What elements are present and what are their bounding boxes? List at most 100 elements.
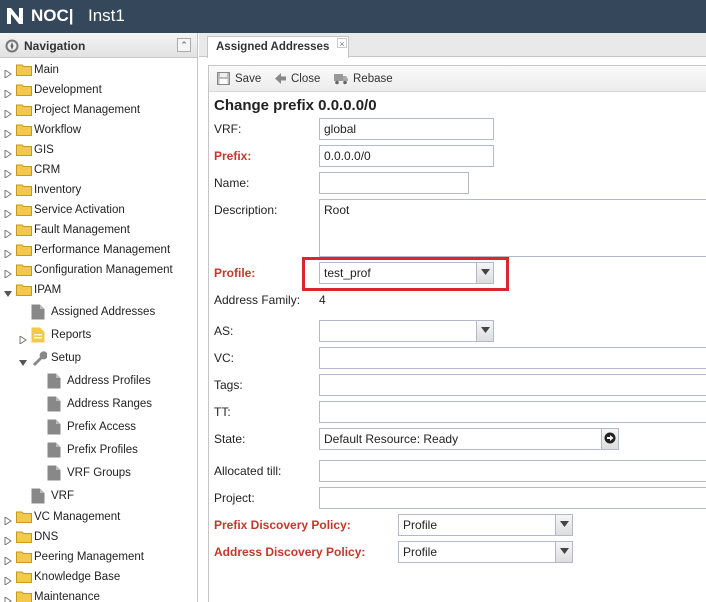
sidebar-item-ipam[interactable]: IPAM (4, 281, 194, 299)
allocated-till-label: Allocated till: (214, 464, 282, 478)
collapse-icon[interactable]: ⌃ (177, 38, 191, 52)
description-field[interactable]: Root (319, 199, 706, 257)
chevron-down-icon (560, 548, 569, 554)
save-label: Save (235, 73, 262, 85)
sidebar-item-label: Prefix Access (67, 421, 137, 433)
as-label: AS: (214, 324, 234, 338)
project-field[interactable] (319, 487, 706, 509)
sidebar-item-label: Inventory (34, 184, 82, 196)
sidebar-item-setup[interactable]: Setup (19, 348, 194, 368)
expand-right-icon[interactable] (4, 573, 12, 586)
sidebar-item-workflow[interactable]: Workflow (4, 121, 194, 139)
sidebar-item-vc-management[interactable]: VC Management (4, 508, 194, 526)
vc-field[interactable] (319, 347, 706, 369)
save-button[interactable]: Save (217, 70, 269, 88)
sidebar-item-inventory[interactable]: Inventory (4, 181, 194, 199)
address-discovery-policy-value: Profile (403, 545, 438, 559)
sidebar-item-assigned-addresses[interactable]: Assigned Addresses (31, 302, 194, 322)
sidebar-item-project-management[interactable]: Project Management (4, 101, 194, 119)
as-select[interactable] (319, 320, 494, 342)
prefix-discovery-policy-dropdown-button[interactable] (555, 515, 572, 535)
sidebar-item-configuration-management[interactable]: Configuration Management (4, 261, 194, 279)
folder-icon (16, 510, 32, 523)
expand-right-icon[interactable] (4, 66, 12, 79)
folder-icon (16, 590, 32, 602)
expand-right-icon[interactable] (19, 331, 27, 351)
expand-right-icon[interactable] (4, 126, 12, 139)
tt-field[interactable] (319, 401, 706, 423)
sidebar-item-label: GIS (34, 144, 54, 156)
expand-down-icon[interactable] (19, 354, 27, 374)
save-icon (217, 72, 230, 85)
sidebar-item-reports[interactable]: Reports (19, 325, 194, 345)
tab-assigned-addresses[interactable]: Assigned Addresses × (207, 36, 349, 58)
sidebar-item-main[interactable]: Main (4, 61, 194, 79)
expand-down-icon[interactable] (4, 286, 12, 297)
expand-right-icon[interactable] (4, 266, 12, 279)
sidebar-item-prefix-access[interactable]: Prefix Access (47, 417, 194, 437)
document-icon (47, 442, 61, 458)
arrow-left-icon (275, 73, 286, 84)
sidebar-item-label: Assigned Addresses (51, 306, 156, 318)
sidebar-item-vrf-groups[interactable]: VRF Groups (47, 463, 194, 483)
allocated-till-field[interactable] (319, 460, 706, 482)
sidebar-item-vrf[interactable]: VRF (31, 486, 194, 506)
rebase-button[interactable]: Rebase (334, 70, 396, 88)
expand-right-icon[interactable] (4, 553, 12, 566)
tags-label: Tags: (214, 378, 243, 392)
sidebar-item-gis[interactable]: GIS (4, 141, 194, 159)
close-button[interactable]: Close (274, 70, 329, 88)
noc-logo-icon (7, 8, 23, 24)
sidebar-item-maintenance[interactable]: Maintenance (4, 588, 194, 602)
expand-right-icon[interactable] (4, 226, 12, 239)
expand-right-icon[interactable] (4, 513, 12, 526)
address-discovery-policy-select[interactable]: Profile (398, 541, 573, 563)
expand-right-icon[interactable] (4, 186, 12, 199)
state-trigger-button[interactable] (601, 429, 618, 449)
folder-icon (16, 163, 32, 176)
sidebar-item-label: VC Management (34, 511, 121, 523)
prefix-field[interactable]: 0.0.0.0/0 (319, 145, 494, 167)
sidebar-item-peering-management[interactable]: Peering Management (4, 548, 194, 566)
prefix-discovery-policy-value: Profile (403, 518, 438, 532)
sidebar-item-development[interactable]: Development (4, 81, 194, 99)
expand-right-icon[interactable] (4, 86, 12, 99)
sidebar-item-performance-management[interactable]: Performance Management (4, 241, 194, 259)
expand-right-icon[interactable] (4, 593, 12, 602)
sidebar-item-service-activation[interactable]: Service Activation (4, 201, 194, 219)
sidebar-item-dns[interactable]: DNS (4, 528, 194, 546)
tab-close-icon[interactable]: × (337, 38, 347, 49)
address-family-value: 4 (319, 293, 326, 307)
vrf-field[interactable]: global (319, 118, 494, 140)
project-label: Project: (214, 491, 255, 505)
name-field[interactable] (319, 172, 469, 194)
prefix-discovery-policy-select[interactable]: Profile (398, 514, 573, 536)
report-icon (31, 327, 45, 343)
sidebar-item-address-profiles[interactable]: Address Profiles (47, 371, 194, 391)
folder-icon (16, 83, 32, 96)
state-field[interactable]: Default Resource: Ready (319, 428, 619, 450)
sidebar-item-address-ranges[interactable]: Address Ranges (47, 394, 194, 414)
address-discovery-policy-dropdown-button[interactable] (555, 542, 572, 562)
folder-icon (16, 123, 32, 136)
sidebar-item-label: DNS (34, 531, 59, 543)
document-icon (47, 373, 61, 389)
expand-right-icon[interactable] (4, 166, 12, 179)
address-family-label: Address Family: (214, 293, 301, 307)
sidebar-item-label: Project Management (34, 104, 141, 116)
document-icon (47, 465, 61, 481)
expand-right-icon[interactable] (4, 246, 12, 259)
sidebar-item-label: Configuration Management (34, 264, 173, 276)
sidebar-item-fault-management[interactable]: Fault Management (4, 221, 194, 239)
close-label: Close (291, 73, 321, 85)
sidebar-item-knowledge-base[interactable]: Knowledge Base (4, 568, 194, 586)
expand-right-icon[interactable] (4, 146, 12, 159)
tab-bar: Assigned Addresses × (199, 33, 706, 58)
sidebar-item-prefix-profiles[interactable]: Prefix Profiles (47, 440, 194, 460)
expand-right-icon[interactable] (4, 206, 12, 219)
tags-field[interactable] (319, 374, 706, 396)
as-dropdown-button[interactable] (476, 321, 493, 341)
expand-right-icon[interactable] (4, 106, 12, 119)
sidebar-item-crm[interactable]: CRM (4, 161, 194, 179)
expand-right-icon[interactable] (4, 533, 12, 546)
